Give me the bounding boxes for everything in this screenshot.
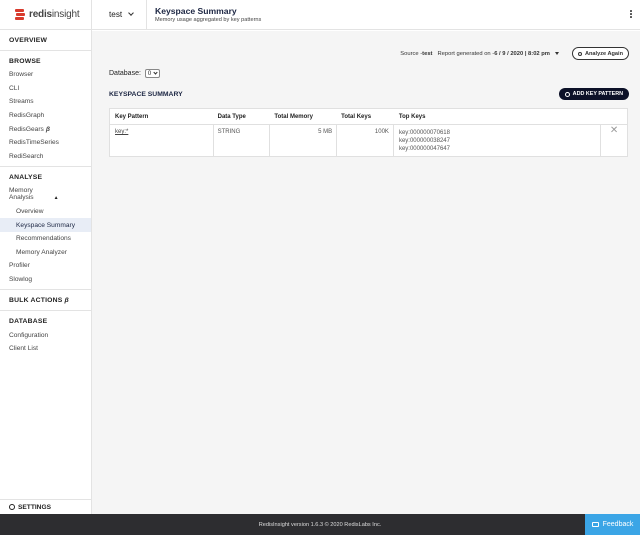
nav-item-configuration[interactable]: Configuration (0, 328, 91, 342)
footer: RedisInsight version 1.6.3 © 2020 RedisL… (0, 514, 640, 535)
database-filter: Database: 0 (109, 69, 161, 78)
beta-badge: β (45, 125, 50, 133)
feedback-button[interactable]: Feedback (585, 514, 640, 535)
nav-item-cli[interactable]: CLI (0, 82, 91, 96)
table-row: key:* STRING 5 MB 100K key:000000070618 … (110, 125, 627, 157)
redis-logo-icon (14, 9, 26, 20)
top-key: key:000000038247 (398, 138, 450, 144)
nav-analyse-section: ANALYSE Memory Analysis ▲ Overview Keyspa… (0, 167, 91, 291)
nav-browse-heading: BROWSE (9, 58, 41, 65)
plus-circle-icon (564, 91, 570, 97)
kebab-menu-icon[interactable] (630, 10, 632, 20)
nav-item-slowlog[interactable]: Slowlog (0, 273, 91, 287)
nav-item-redistimeseries[interactable]: RedisTimeSeries (0, 136, 91, 150)
page-subtitle: Memory usage aggregated by key patterns (155, 17, 262, 23)
nav-analyse-heading: ANALYSE (9, 174, 43, 182)
top-key: key:000000070618 (398, 130, 450, 136)
logo[interactable]: redisinsight (0, 0, 91, 30)
nav-sub-overview[interactable]: Overview (0, 205, 91, 219)
table-header: Key Pattern Data Type Total Memory Total… (110, 109, 627, 125)
cell-total-keys: 100K (337, 125, 394, 157)
report-source: test (422, 50, 433, 57)
nav-database-section: DATABASE Configuration Client List (0, 311, 91, 358)
top-header: test Keyspace Summary Memory usage aggre… (92, 0, 640, 30)
nav-item-redisgraph[interactable]: RedisGraph (0, 109, 91, 123)
nav-database-heading: DATABASE (9, 318, 48, 326)
section-title: KEYSPACE SUMMARY (109, 91, 183, 98)
nav-sub-keyspace-summary[interactable]: Keyspace Summary (0, 218, 91, 232)
chevron-down-icon (153, 70, 158, 75)
report-bar: Source - test Report generated on - 6 / … (400, 47, 629, 60)
remove-pattern-close-icon[interactable]: ✕ (601, 125, 627, 157)
page-title: Keyspace Summary (155, 6, 237, 16)
nav-item-profiler[interactable]: Profiler (0, 259, 91, 273)
main-content: Source - test Report generated on - 6 / … (92, 31, 640, 514)
col-total-keys: Total Keys (341, 113, 372, 120)
top-key: key:000000047647 (398, 146, 450, 152)
keyspace-table: Key Pattern Data Type Total Memory Total… (109, 108, 628, 157)
cell-total-memory: 5 MB (270, 125, 338, 157)
key-pattern-link[interactable]: key:* (115, 129, 128, 135)
nav-overview[interactable]: OVERVIEW (0, 34, 91, 47)
nav-item-redisearch[interactable]: RediSearch (0, 150, 91, 164)
col-key-pattern: Key Pattern (115, 113, 149, 120)
analyze-again-button[interactable]: Analyze Again (571, 47, 629, 60)
col-data-type: Data Type (217, 113, 246, 120)
refresh-icon (577, 51, 582, 56)
nav-item-streams[interactable]: Streams (0, 95, 91, 109)
add-key-pattern-button[interactable]: ADD KEY PATTERN (558, 88, 629, 100)
chevron-down-icon (128, 10, 135, 16)
database-selector[interactable]: test (92, 0, 147, 30)
caret-up-icon: ▲ (53, 195, 59, 202)
nav-item-redisgears[interactable]: RedisGears β (0, 122, 91, 136)
version-text: RedisInsight version 1.6.3 © 2020 RedisL… (258, 521, 382, 528)
nav-item-memory-analysis[interactable]: Memory Analysis ▲ (0, 184, 91, 205)
nav-overview-section: OVERVIEW (0, 30, 91, 51)
gear-icon (9, 504, 15, 510)
database-number-select[interactable]: 0 (144, 69, 161, 78)
beta-badge: β (64, 297, 69, 305)
nav-sub-recommendations[interactable]: Recommendations (0, 232, 91, 246)
nav-bulk-section: BULK ACTIONS β (0, 290, 91, 312)
settings-button[interactable]: SETTINGS (0, 499, 92, 514)
col-total-memory: Total Memory (274, 113, 313, 120)
cell-data-type: STRING (214, 125, 271, 157)
sidebar: redisinsight OVERVIEW BROWSE Browser CLI… (0, 0, 92, 514)
nav-bulk-actions[interactable]: BULK ACTIONS β (0, 294, 91, 307)
title-block: Keyspace Summary Memory usage aggregated… (147, 6, 261, 23)
nav-sub-memory-analyzer[interactable]: Memory Analyzer (0, 246, 91, 260)
nav-item-client-list[interactable]: Client List (0, 342, 91, 356)
report-date-selector[interactable]: 6 / 9 / 2020 | 8:02 pm (494, 51, 550, 57)
nav-browse-section: BROWSE Browser CLI Streams RedisGraph Re… (0, 51, 91, 168)
caret-down-icon[interactable] (554, 52, 559, 55)
cell-top-keys: key:000000070618 key:000000038247 key:00… (394, 125, 602, 157)
megaphone-icon (591, 522, 599, 527)
col-top-keys: Top Keys (398, 113, 426, 120)
nav-item-browser[interactable]: Browser (0, 68, 91, 82)
